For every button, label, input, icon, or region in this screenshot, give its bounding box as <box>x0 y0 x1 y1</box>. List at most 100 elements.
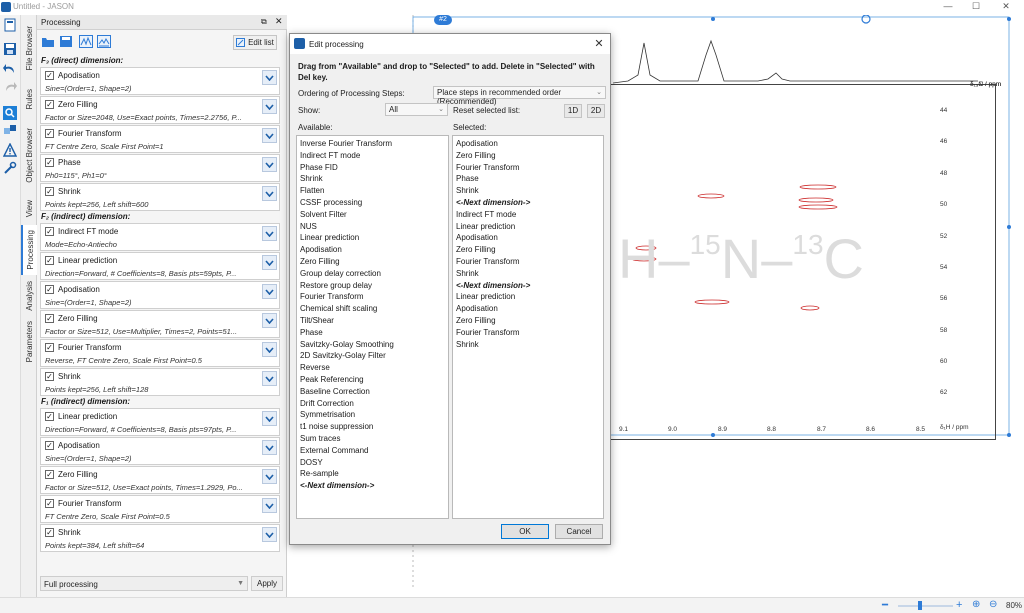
tools-icon[interactable] <box>2 160 18 176</box>
step-checkbox[interactable]: ✓ <box>45 158 54 167</box>
maximize-button[interactable]: ☐ <box>966 1 986 13</box>
save-icon[interactable] <box>59 35 73 48</box>
selected-item[interactable]: Shrink <box>453 186 603 198</box>
processing-step[interactable]: ✓ Apodisation Sine=(Order=1, Shape=2) <box>40 67 280 95</box>
step-checkbox[interactable]: ✓ <box>45 470 54 479</box>
expand-step-button[interactable] <box>262 371 277 386</box>
selected-item[interactable]: <-Next dimension-> <box>453 281 603 293</box>
step-checkbox[interactable]: ✓ <box>45 100 54 109</box>
expand-step-button[interactable] <box>262 99 277 114</box>
step-checkbox[interactable]: ✓ <box>45 129 54 138</box>
processing-step[interactable]: ✓ Zero Filling Factor or Size=512, Use=Exa… <box>40 466 280 494</box>
available-item[interactable]: 2D Savitzky-Golay Filter <box>297 351 448 363</box>
step-checkbox[interactable]: ✓ <box>45 441 54 450</box>
expand-step-button[interactable] <box>262 440 277 455</box>
step-checkbox[interactable]: ✓ <box>45 499 54 508</box>
tab-file-browser[interactable]: File Browser <box>21 15 37 81</box>
search-icon[interactable] <box>2 105 18 121</box>
expand-step-button[interactable] <box>262 469 277 484</box>
selected-item[interactable]: Fourier Transform <box>453 328 603 340</box>
preset-select[interactable]: Full processing ▼ <box>40 576 248 591</box>
zoom-out-icon[interactable]: ━ <box>882 600 888 611</box>
selected-item[interactable]: Zero Filling <box>453 316 603 328</box>
processing-step[interactable]: ✓ Fourier Transform FT Centre Zero, Scale … <box>40 495 280 523</box>
available-item[interactable]: Tilt/Shear <box>297 316 448 328</box>
step-checkbox[interactable]: ✓ <box>45 285 54 294</box>
processing-step[interactable]: ✓ Shrink Points kept=384, Left shift=64 <box>40 524 280 552</box>
available-item[interactable]: Chemical shift scaling <box>297 304 448 316</box>
available-item[interactable]: CSSF processing <box>297 198 448 210</box>
reset-1d-button[interactable]: 1D <box>564 104 582 118</box>
tab-object-browser[interactable]: Object Browser <box>21 117 37 193</box>
ordering-select[interactable]: Place steps in recommended order (Recomm… <box>433 86 606 106</box>
selected-item[interactable]: Zero Filling <box>453 245 603 257</box>
undo-icon[interactable] <box>2 61 18 77</box>
expand-step-button[interactable] <box>262 411 277 426</box>
processing-step[interactable]: ✓ Fourier Transform FT Centre Zero, Scale … <box>40 125 280 153</box>
available-item[interactable]: NUS <box>297 222 448 234</box>
tab-view[interactable]: View <box>21 193 37 225</box>
available-item[interactable]: Group delay correction <box>297 269 448 281</box>
tab-analysis[interactable]: Analysis <box>21 275 37 317</box>
selected-item[interactable]: Linear prediction <box>453 292 603 304</box>
selected-item[interactable]: Linear prediction <box>453 222 603 234</box>
expand-step-button[interactable] <box>262 498 277 513</box>
available-item[interactable]: DOSY <box>297 458 448 470</box>
open-folder-icon[interactable] <box>41 35 55 48</box>
step-checkbox[interactable]: ✓ <box>45 372 54 381</box>
expand-step-button[interactable] <box>262 255 277 270</box>
zoom-in-icon[interactable]: + <box>956 599 962 611</box>
selected-list[interactable]: Apodisation Zero Filling Fourier Transform… <box>452 135 604 519</box>
show-select[interactable]: All ⌄ <box>385 103 448 116</box>
available-item[interactable]: Reverse <box>297 363 448 375</box>
available-item[interactable]: Symmetrisation <box>297 410 448 422</box>
available-item[interactable]: Savitzky-Golay Smoothing <box>297 340 448 352</box>
spectrum-reprocess-icon[interactable] <box>97 35 111 48</box>
available-item[interactable]: Shrink <box>297 174 448 186</box>
warning-icon[interactable] <box>2 142 18 158</box>
available-item[interactable]: Fourier Transform <box>297 292 448 304</box>
selected-item[interactable]: Indirect FT mode <box>453 210 603 222</box>
save-icon[interactable] <box>2 41 18 57</box>
expand-step-button[interactable] <box>262 128 277 143</box>
available-item[interactable]: Sum traces <box>297 434 448 446</box>
step-checkbox[interactable]: ✓ <box>45 528 54 537</box>
step-checkbox[interactable]: ✓ <box>45 412 54 421</box>
processing-step[interactable]: ✓ Zero Filling Factor or Size=512, Use=Mul… <box>40 310 280 338</box>
spectrum-process-icon[interactable] <box>79 35 93 48</box>
expand-step-button[interactable] <box>262 70 277 85</box>
selected-item[interactable]: Apodisation <box>453 304 603 316</box>
expand-step-button[interactable] <box>262 342 277 357</box>
step-checkbox[interactable]: ✓ <box>45 71 54 80</box>
available-item[interactable]: Peak Referencing <box>297 375 448 387</box>
selected-item[interactable]: Fourier Transform <box>453 257 603 269</box>
available-item[interactable]: Indirect FT mode <box>297 151 448 163</box>
tab-processing[interactable]: Processing <box>21 225 37 275</box>
step-checkbox[interactable]: ✓ <box>45 187 54 196</box>
available-item[interactable]: Re-sample <box>297 469 448 481</box>
zoom-slider-thumb[interactable] <box>918 601 922 610</box>
processing-step[interactable]: ✓ Indirect FT mode Mode=Echo-Antiecho <box>40 223 280 251</box>
available-item[interactable]: Drift Correction <box>297 399 448 411</box>
edit-list-button[interactable]: Edit list <box>233 35 277 50</box>
step-checkbox[interactable]: ✓ <box>45 256 54 265</box>
apply-button[interactable]: Apply <box>251 576 283 591</box>
selected-item[interactable]: <-Next dimension-> <box>453 198 603 210</box>
close-panel-icon[interactable]: ✕ <box>275 16 283 27</box>
step-checkbox[interactable]: ✓ <box>45 343 54 352</box>
tab-rules[interactable]: Rules <box>21 81 37 117</box>
step-checkbox[interactable]: ✓ <box>45 314 54 323</box>
molecule-icon[interactable] <box>2 123 18 139</box>
processing-step[interactable]: ✓ Linear prediction Direction=Forward, # C… <box>40 408 280 436</box>
processing-step[interactable]: ✓ Apodisation Sine=(Order=1, Shape=2) <box>40 281 280 309</box>
rotate-handle-icon[interactable] <box>861 15 871 24</box>
reset-2d-button[interactable]: 2D <box>587 104 605 118</box>
processing-step[interactable]: ✓ Phase Ph0=115°, Ph1=0° <box>40 154 280 182</box>
tab-parameters[interactable]: Parameters <box>21 317 37 367</box>
available-item[interactable]: Restore group delay <box>297 281 448 293</box>
selected-item[interactable]: Shrink <box>453 269 603 281</box>
zoom-reset-icon[interactable]: ⊖ <box>989 599 997 610</box>
available-item[interactable]: Phase FID <box>297 163 448 175</box>
expand-step-button[interactable] <box>262 186 277 201</box>
expand-step-button[interactable] <box>262 313 277 328</box>
